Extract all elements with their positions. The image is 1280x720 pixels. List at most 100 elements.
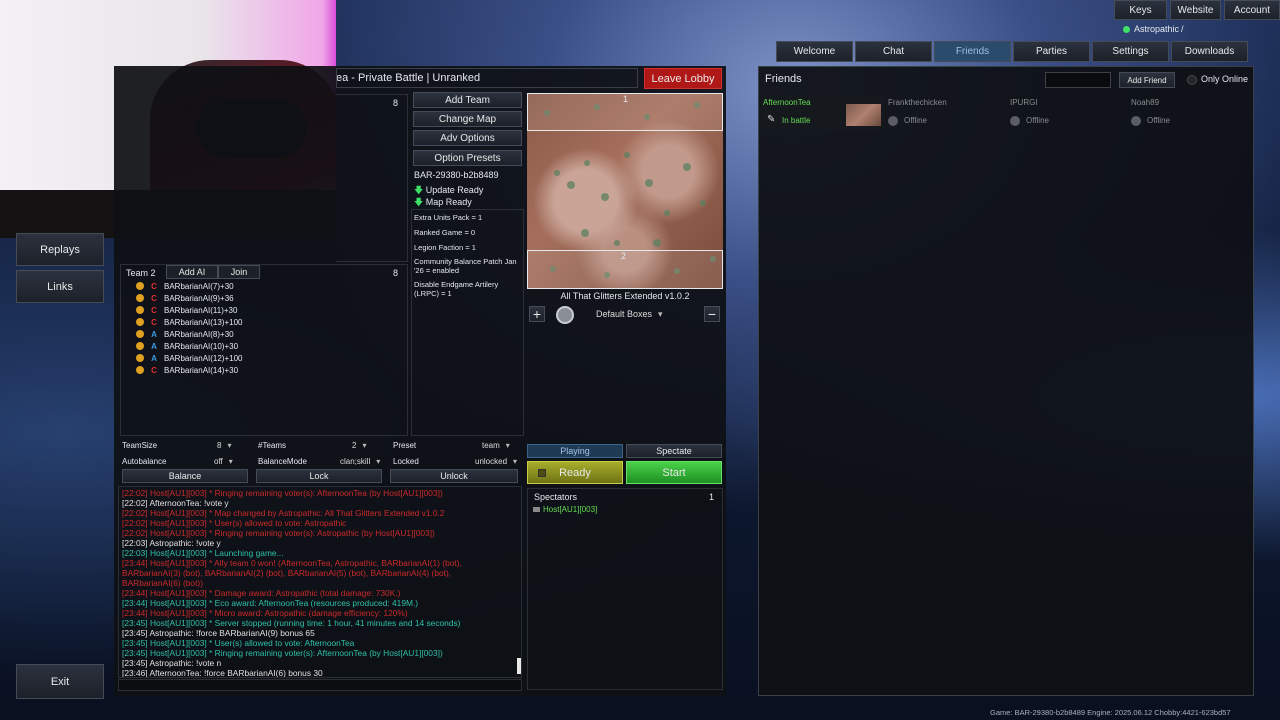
- tab-welcome[interactable]: Welcome: [776, 41, 853, 62]
- bot-icon: [136, 294, 144, 302]
- friend-card[interactable]: IPURGI Offline: [1008, 96, 1126, 130]
- friend-search-input[interactable]: [1045, 72, 1111, 88]
- balance-button[interactable]: Balance: [122, 469, 248, 483]
- remove-box-button[interactable]: −: [704, 306, 720, 322]
- chat-log[interactable]: [22:02] Host[AU1][003] * Ringing remaini…: [118, 486, 522, 678]
- autobalance-dropdown[interactable]: off: [214, 457, 233, 466]
- friend-status: Offline: [1147, 116, 1170, 126]
- friend-card[interactable]: Frankthechicken Offline: [886, 96, 1004, 130]
- player-row[interactable]: C BARbarianAI(14)+30: [136, 364, 238, 376]
- map-ready: Map Ready: [425, 197, 472, 207]
- chat-line: [23:45] Host[AU1][003] * Ringing remaini…: [122, 648, 443, 658]
- unlock-button[interactable]: Unlock: [390, 469, 518, 483]
- tab-settings[interactable]: Settings: [1092, 41, 1169, 62]
- replays-button[interactable]: Replays: [16, 233, 104, 266]
- player-name: BARbarianAI(8)+30: [164, 329, 234, 339]
- game-version: BAR-29380-b2b8489: [414, 170, 499, 180]
- ready-label: Ready: [559, 466, 591, 479]
- option-line: Disable Endgame Artilery (LRPC) = 1: [414, 280, 499, 298]
- chat-line: [23:44] Host[AU1][003] * Micro award: As…: [122, 608, 408, 618]
- chat-line: BARbarianAI(6) (bot)): [122, 578, 203, 588]
- player-row[interactable]: A BARbarianAI(8)+30: [136, 328, 234, 340]
- teamsize-dropdown[interactable]: 8: [217, 441, 231, 450]
- player-name: BARbarianAI(11)+30: [164, 305, 238, 315]
- chat-line: [22:03] Astropathic: !vote y: [122, 538, 221, 548]
- tab-chat[interactable]: Chat: [855, 41, 932, 62]
- spectator-row[interactable]: Host[AU1][003]: [533, 505, 597, 514]
- ready-button[interactable]: Ready: [527, 461, 623, 484]
- friend-card[interactable]: Noah89 Offline: [1129, 96, 1247, 130]
- chat-line: [22:02] Host[AU1][003] * User(s) allowed…: [122, 518, 347, 528]
- bot-icon: [136, 282, 144, 290]
- spectators-title: Spectators: [534, 492, 578, 502]
- playing-toggle[interactable]: Playing: [527, 444, 623, 458]
- tab-parties[interactable]: Parties: [1013, 41, 1090, 62]
- chat-scrollbar[interactable]: [517, 658, 521, 674]
- start-box-1-label: 1: [623, 94, 629, 104]
- version-footer: Game: BAR-29380-b2b8489 Engine: 2025.06.…: [990, 708, 1231, 717]
- start-box-2-label: 2: [621, 251, 627, 261]
- join-button[interactable]: Join: [218, 265, 260, 279]
- faction-icon: A: [151, 341, 157, 351]
- website-button[interactable]: Website: [1170, 0, 1221, 20]
- map-preview[interactable]: 1 2: [527, 93, 723, 289]
- player-row[interactable]: C BARbarianAI(13)+100: [136, 316, 243, 328]
- chat-line: [23:45] Host[AU1][003] * User(s) allowed…: [122, 638, 355, 648]
- spectate-toggle[interactable]: Spectate: [626, 444, 722, 458]
- option-line: Community Balance Patch Jan '26 = enable…: [414, 257, 517, 275]
- team-1-count: 8: [393, 98, 399, 108]
- teamsize-label: TeamSize: [122, 441, 158, 450]
- team-1-box: [336, 94, 408, 262]
- teams-dropdown[interactable]: 2: [352, 441, 366, 450]
- chat-input[interactable]: [118, 679, 522, 691]
- offline-icon: [888, 116, 898, 126]
- balancemode-value: clan;skill: [340, 457, 371, 466]
- links-button[interactable]: Links: [16, 270, 104, 303]
- chat-line: [22:02] Host[AU1][003] * Map changed by …: [122, 508, 445, 518]
- account-button[interactable]: Account: [1224, 0, 1280, 20]
- lock-button[interactable]: Lock: [256, 469, 382, 483]
- start-boxes-dropdown[interactable]: Default Boxes: [596, 309, 663, 320]
- chat-line: [23:44] Host[AU1][003] * Eco award: Afte…: [122, 598, 419, 608]
- bot-icon: [136, 366, 144, 374]
- player-row[interactable]: C BARbarianAI(9)+36: [136, 292, 234, 304]
- bot-icon: [136, 342, 144, 350]
- player-name: BARbarianAI(12)+100: [164, 353, 243, 363]
- preset-dropdown[interactable]: team: [482, 441, 510, 450]
- download-arrow-icon: 🡇: [414, 185, 424, 195]
- box-shape-icon[interactable]: [556, 306, 574, 324]
- user-name: Astropathic: [1134, 24, 1180, 34]
- locked-dropdown[interactable]: unlocked: [475, 457, 517, 466]
- faction-icon: C: [151, 305, 157, 315]
- edit-name-icon[interactable]: /: [1181, 24, 1184, 34]
- adv-options-button[interactable]: Adv Options: [413, 130, 522, 146]
- keys-button[interactable]: Keys: [1114, 0, 1167, 20]
- player-row[interactable]: A BARbarianAI(10)+30: [136, 340, 238, 352]
- offline-icon: [1131, 116, 1141, 126]
- bot-icon: [136, 354, 144, 362]
- add-team-button[interactable]: Add Team: [413, 92, 522, 108]
- leave-lobby-button[interactable]: Leave Lobby: [644, 68, 722, 89]
- balancemode-dropdown[interactable]: clan;skill: [340, 457, 380, 466]
- option-presets-button[interactable]: Option Presets: [413, 150, 522, 166]
- player-row[interactable]: A BARbarianAI(12)+100: [136, 352, 243, 364]
- player-name: BARbarianAI(7)+30: [164, 281, 234, 291]
- start-button[interactable]: Start: [626, 461, 722, 484]
- change-map-button[interactable]: Change Map: [413, 111, 522, 127]
- friend-name: AfternoonTea: [763, 98, 811, 107]
- player-row[interactable]: C BARbarianAI(11)+30: [136, 304, 237, 316]
- friend-card[interactable]: AfternoonTea ✎ In battle: [761, 96, 883, 130]
- tab-downloads[interactable]: Downloads: [1171, 41, 1248, 62]
- only-online-checkbox[interactable]: [1187, 75, 1197, 85]
- add-friend-button[interactable]: Add Friend: [1119, 72, 1175, 88]
- friend-name: Frankthechicken: [888, 98, 947, 107]
- add-ai-button[interactable]: Add AI: [166, 265, 218, 279]
- exit-button[interactable]: Exit: [16, 664, 104, 699]
- map-name: All That Glitters Extended v1.0.2: [560, 291, 690, 301]
- tab-friends[interactable]: Friends: [934, 41, 1011, 62]
- offline-icon: [1010, 116, 1020, 126]
- preset-label: Preset: [393, 441, 417, 450]
- chat-line: [22:03] Host[AU1][003] * Launching game.…: [122, 548, 284, 558]
- add-box-button[interactable]: +: [529, 306, 545, 322]
- player-row[interactable]: C BARbarianAI(7)+30: [136, 280, 234, 292]
